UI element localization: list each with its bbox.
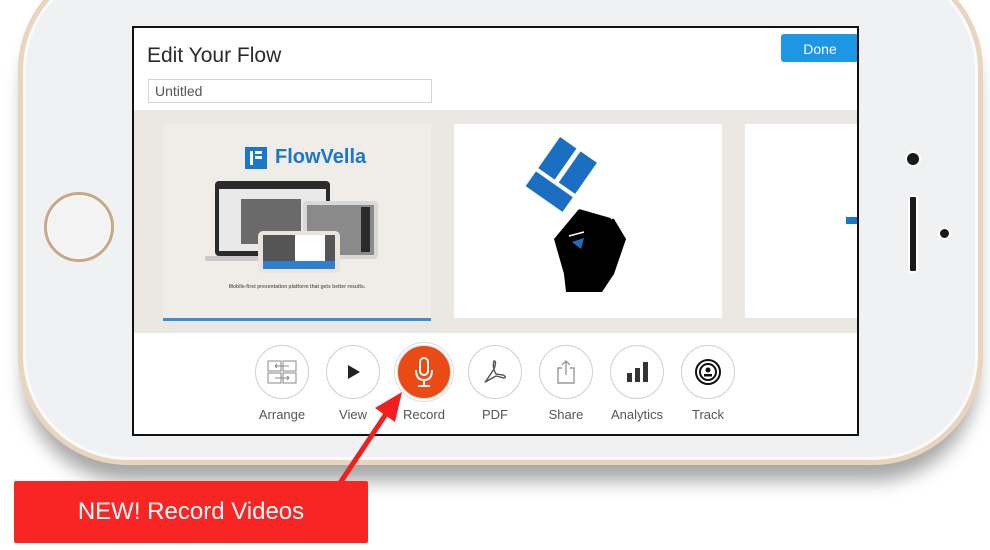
bar-chart-icon xyxy=(627,362,648,382)
flow-name-input[interactable] xyxy=(148,79,432,103)
record-button[interactable]: Record xyxy=(394,345,454,422)
slide-accent-shape xyxy=(846,217,857,224)
new-feature-callout: NEW! Record Videos xyxy=(14,481,368,543)
view-button[interactable]: View xyxy=(323,345,383,422)
record-label: Record xyxy=(403,407,445,422)
app-screen: Edit Your Flow Done FlowVella Mobile xyxy=(132,26,859,436)
track-label: Track xyxy=(691,407,725,422)
slide-tagline: Mobile-first presentation platform that … xyxy=(228,284,366,290)
analytics-label: Analytics xyxy=(610,407,664,422)
track-button[interactable]: Track xyxy=(678,345,738,422)
flowvella-logo-icon xyxy=(245,146,267,169)
analytics-button[interactable]: Analytics xyxy=(607,345,667,422)
slide-thumbnail-2[interactable] xyxy=(454,124,722,318)
analytics-button-circle xyxy=(610,345,664,399)
slide-thumbnail-3[interactable] xyxy=(745,124,857,318)
earpiece-speaker xyxy=(908,195,918,273)
pdf-label: PDF xyxy=(482,407,508,422)
front-camera-icon xyxy=(905,151,921,167)
home-button[interactable] xyxy=(44,192,114,262)
view-button-circle xyxy=(326,345,380,399)
flowvella-brand: FlowVella xyxy=(245,146,366,169)
share-label: Share xyxy=(548,407,584,422)
pdf-button-circle xyxy=(468,345,522,399)
brand-name: FlowVella xyxy=(275,146,367,168)
track-icon xyxy=(695,359,721,385)
arrange-button[interactable]: Arrange xyxy=(252,345,312,422)
share-button[interactable]: Share xyxy=(536,345,596,422)
page-title: Edit Your Flow xyxy=(147,44,282,67)
slide-strip[interactable]: FlowVella Mobile-first presentation plat… xyxy=(134,110,857,333)
arrange-icon xyxy=(267,360,297,384)
pdf-button[interactable]: PDF xyxy=(465,345,525,422)
done-button[interactable]: Done xyxy=(781,34,857,62)
arrange-button-circle xyxy=(255,345,309,399)
share-button-circle xyxy=(539,345,593,399)
slide-thumbnail-1[interactable]: FlowVella Mobile-first presentation plat… xyxy=(163,124,431,321)
view-label: View xyxy=(339,407,367,422)
track-button-circle xyxy=(681,345,735,399)
arrange-label: Arrange xyxy=(258,407,306,422)
record-button-circle xyxy=(397,345,451,399)
play-icon xyxy=(348,365,360,379)
bottom-toolbar: Arrange View Record PDF Share Analytics … xyxy=(134,333,857,434)
share-icon xyxy=(557,360,575,384)
devices-image xyxy=(205,181,378,273)
microphone-icon xyxy=(415,357,433,387)
pdf-icon xyxy=(484,360,506,383)
fist-logo-image xyxy=(525,136,626,292)
proximity-sensor xyxy=(938,227,951,240)
